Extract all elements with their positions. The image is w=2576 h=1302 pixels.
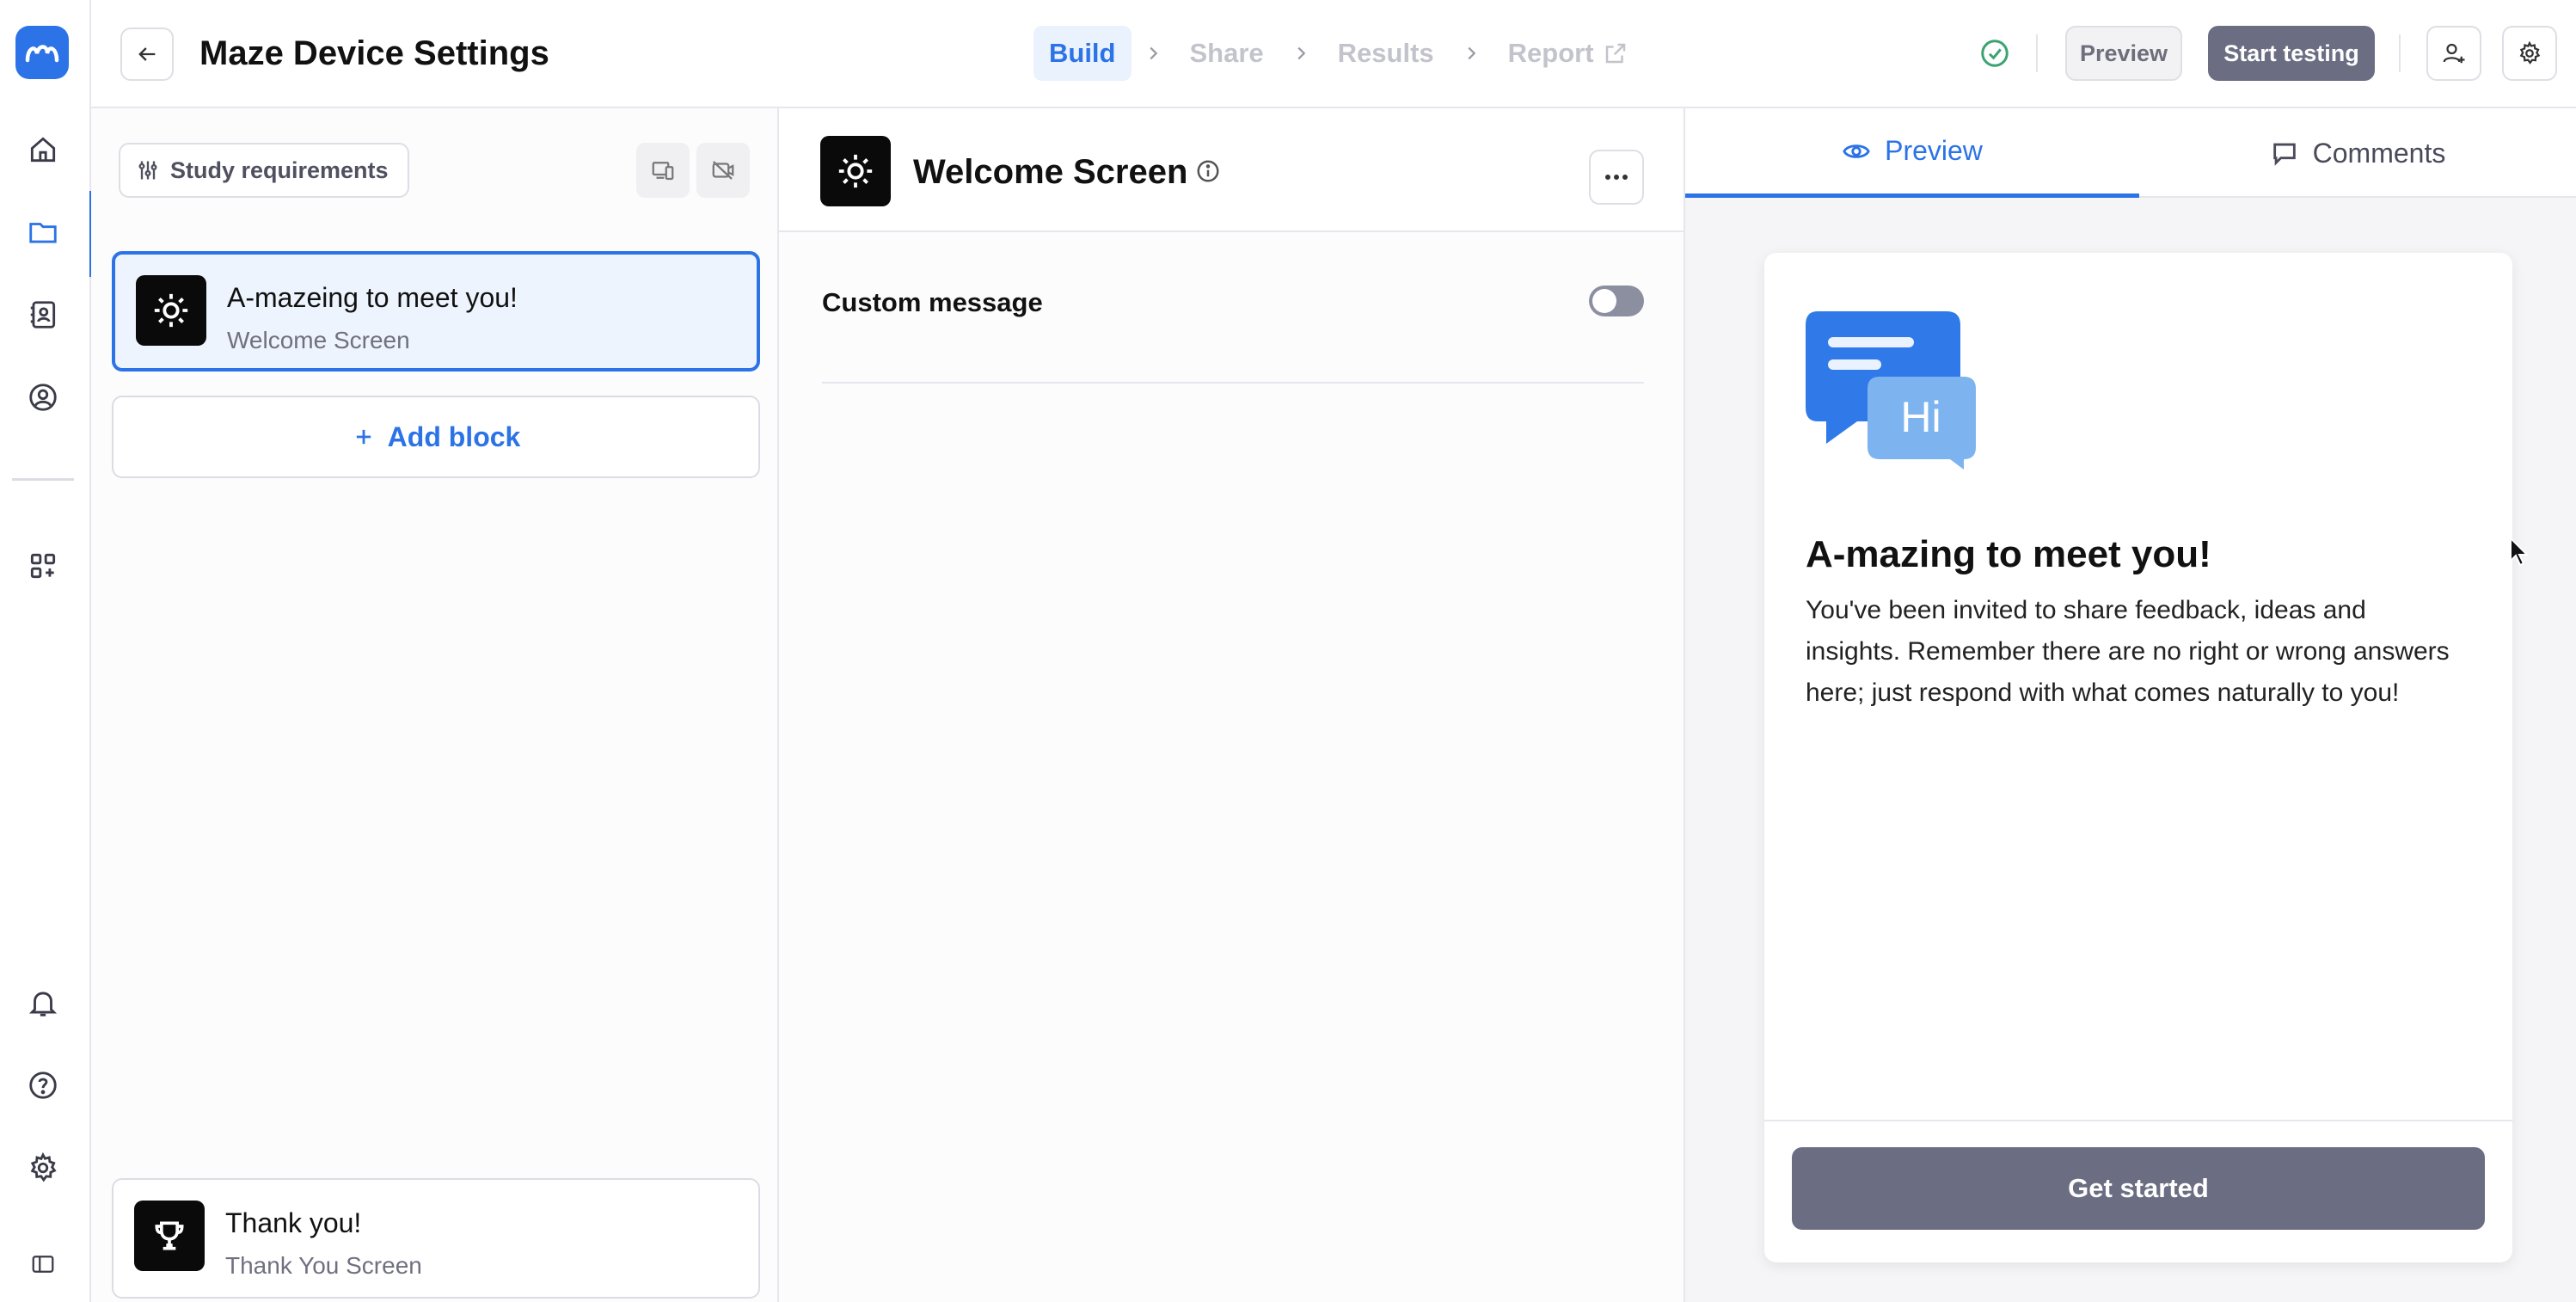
custom-message-toggle[interactable] — [1589, 286, 1644, 316]
step-report[interactable]: Report — [1493, 26, 1644, 81]
block-editor-panel: Welcome Screen Custom message — [779, 108, 1685, 1302]
info-icon[interactable] — [1195, 158, 1221, 188]
contacts-icon[interactable] — [22, 294, 64, 335]
devices-icon — [652, 162, 674, 181]
welcome-preview-card: Hi A-mazing to meet you! You've been inv… — [1764, 253, 2512, 1262]
step-build[interactable]: Build — [1033, 26, 1132, 81]
video-off-icon — [712, 161, 734, 180]
preview-tabs: Preview Comments — [1685, 108, 2576, 198]
home-icon[interactable] — [22, 129, 64, 170]
saved-check-icon — [1979, 38, 2010, 73]
block-subtitle: Thank You Screen — [225, 1252, 422, 1279]
blocks-panel: Study requirements A-mazeing to meet you… — [91, 108, 779, 1302]
custom-message-label: Custom message — [822, 287, 1043, 317]
preview-title: A-mazing to meet you! — [1806, 533, 2211, 575]
tab-preview[interactable]: Preview — [1685, 108, 2139, 198]
settings-icon[interactable] — [22, 1147, 64, 1188]
external-link-icon — [1605, 43, 1625, 64]
arrow-left-icon — [138, 47, 156, 61]
trophy-icon — [134, 1201, 205, 1271]
block-welcome-screen[interactable]: A-mazeing to meet you! Welcome Screen — [112, 251, 760, 372]
more-options-button[interactable] — [1589, 150, 1644, 205]
get-started-button[interactable]: Get started — [1792, 1147, 2485, 1230]
mouse-cursor-icon — [2509, 536, 2531, 572]
sliders-icon — [138, 161, 157, 180]
logo-icon — [25, 45, 59, 63]
preview-body: You've been invited to share feedback, i… — [1806, 596, 2450, 707]
block-title: Thank you! — [225, 1207, 362, 1238]
study-requirements-button[interactable]: Study requirements — [119, 143, 409, 198]
step-share[interactable]: Share — [1175, 26, 1279, 81]
bell-icon[interactable] — [22, 982, 64, 1023]
chevron-right-icon — [1450, 44, 1493, 63]
ellipsis-icon — [1605, 175, 1628, 180]
rail-divider — [12, 478, 74, 481]
study-requirements-label: Study requirements — [170, 157, 389, 183]
sun-icon — [136, 275, 206, 346]
collapse-sidebar-icon[interactable] — [22, 1244, 64, 1285]
preview-panel: Preview Comments Hi A-mazing to meet you… — [1685, 108, 2576, 1302]
chat-bubble-illustration: Hi — [1806, 306, 1978, 470]
sun-icon — [820, 136, 891, 206]
camera-off-button[interactable] — [696, 143, 750, 198]
top-bar: Maze Device Settings Build Share Results… — [91, 0, 2576, 108]
page-title: Maze Device Settings — [199, 34, 549, 72]
start-testing-button[interactable]: Start testing — [2208, 26, 2375, 81]
block-thank-you-screen[interactable]: Thank you! Thank You Screen — [112, 1178, 760, 1299]
divider — [1764, 1120, 2512, 1121]
plus-icon — [356, 429, 371, 445]
toggle-knob — [1592, 289, 1616, 313]
eye-icon — [1843, 144, 1870, 158]
user-plus-icon — [2443, 43, 2465, 64]
chevron-right-icon — [1279, 44, 1322, 63]
folder-icon[interactable] — [22, 212, 64, 253]
separator — [2399, 34, 2401, 72]
comment-icon — [2272, 143, 2296, 166]
divider — [822, 382, 1644, 384]
separator — [2036, 34, 2038, 72]
block-title: A-mazeing to meet you! — [227, 282, 518, 313]
maze-logo[interactable] — [15, 26, 69, 79]
tab-comments[interactable]: Comments — [2139, 108, 2576, 198]
help-icon[interactable] — [22, 1065, 64, 1106]
device-toggle-button[interactable] — [636, 143, 690, 198]
left-rail — [0, 0, 93, 1302]
block-subtitle: Welcome Screen — [227, 327, 410, 353]
gear-icon — [2519, 40, 2541, 64]
tab-preview-label: Preview — [1885, 135, 1983, 166]
step-navigation: Build Share Results Report — [1033, 26, 1644, 81]
editor-title: Welcome Screen — [913, 153, 1188, 191]
step-report-label: Report — [1507, 38, 1594, 68]
back-button[interactable] — [120, 28, 174, 81]
step-results[interactable]: Results — [1322, 26, 1450, 81]
add-block-label: Add block — [387, 421, 521, 452]
participants-icon[interactable] — [22, 377, 64, 418]
integrations-icon[interactable] — [22, 545, 64, 587]
bubble-text: Hi — [1900, 393, 1941, 441]
preview-button[interactable]: Preview — [2065, 26, 2182, 81]
invite-user-button[interactable] — [2426, 26, 2481, 81]
study-settings-button[interactable] — [2502, 26, 2557, 81]
editor-header: Welcome Screen — [779, 108, 1684, 232]
chevron-right-icon — [1132, 44, 1175, 63]
tab-comments-label: Comments — [2312, 137, 2446, 169]
add-block-button[interactable]: Add block — [112, 396, 760, 478]
